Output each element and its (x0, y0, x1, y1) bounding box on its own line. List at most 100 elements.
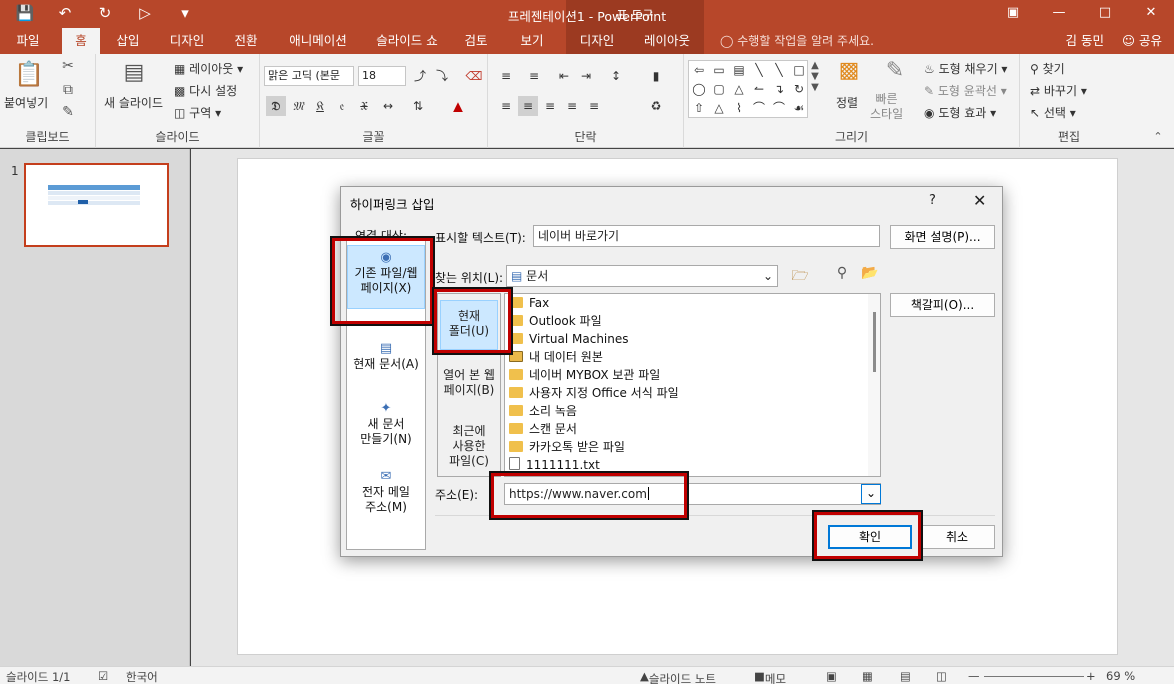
shape-icon[interactable]: ☙ (789, 99, 809, 118)
smartart-icon[interactable]: ♻ (646, 96, 666, 116)
slideshow-view-icon[interactable]: ◫ (936, 669, 947, 683)
decrease-indent-icon[interactable]: ⇤ (554, 66, 574, 86)
font-color-icon[interactable]: ▲ (448, 96, 468, 116)
distribute-icon[interactable]: ≡ (584, 96, 604, 116)
reset-button[interactable]: ▩ 다시 설정 (174, 82, 237, 99)
bullets-icon[interactable]: ≡ (496, 66, 516, 86)
look-current-folder[interactable]: 현재 폴더(U) (440, 300, 498, 350)
cancel-button[interactable]: 취소 (919, 525, 995, 549)
shape-icon[interactable]: ▢ (709, 80, 729, 99)
find-button[interactable]: ⚲ 찾기 (1030, 60, 1065, 77)
shape-icon[interactable]: ↴ (769, 80, 789, 99)
look-recent-files[interactable]: 최근에 사용한 파일(C) (440, 424, 498, 474)
select-button[interactable]: ↖ 선택 ▾ (1030, 104, 1076, 121)
shape-icon[interactable]: ╲ (749, 61, 769, 80)
bold-icon[interactable]: 𝔇 (266, 96, 286, 116)
replace-button[interactable]: ⇄ 바꾸기 ▾ (1030, 82, 1087, 99)
maximize-icon[interactable]: □ (1082, 0, 1128, 28)
tab-insert[interactable]: 삽입 (108, 28, 148, 54)
new-slide-icon[interactable]: ▤ (116, 60, 152, 85)
normal-view-icon[interactable]: ▣ (826, 669, 837, 683)
reading-view-icon[interactable]: ▤ (900, 669, 911, 683)
tell-me-box[interactable]: ◯ 수행할 작업을 알려 주세요. (720, 28, 874, 54)
list-item[interactable]: Fax (509, 294, 549, 312)
align-left-icon[interactable]: ≡ (496, 96, 516, 116)
change-case-icon[interactable]: ⇅ (408, 96, 428, 116)
ribbon-display-icon[interactable]: ▣ (990, 0, 1036, 28)
list-item[interactable]: 소리 녹음 (509, 402, 577, 420)
list-item[interactable]: 내 데이터 원본 (509, 348, 603, 366)
comments-button[interactable]: ■ 메모 (754, 669, 786, 684)
cut-icon[interactable]: ✂ (58, 58, 78, 74)
shapes-gallery[interactable]: ⇦ ▭ ▤ ╲ ╲ □ ◯ ▢ △ ↼ ↴ ↻ ⇧ △ ⌇ ⌒ ⌒ ☙ (688, 60, 808, 118)
zoom-level[interactable]: 69 % (1106, 669, 1135, 683)
list-item[interactable]: 스캔 문서 (509, 420, 577, 438)
zoom-slider[interactable] (984, 676, 1084, 677)
collapse-ribbon-icon[interactable]: ⌃ (1150, 130, 1166, 143)
close-icon[interactable]: ✕ (973, 191, 986, 210)
arrange-icon[interactable]: ▩ (834, 58, 864, 83)
arrange-button[interactable]: 정렬 (836, 94, 858, 111)
link-this-document[interactable]: ▤ 현재 문서(A) (347, 341, 425, 381)
align-center-icon[interactable]: ≡ (518, 96, 538, 116)
format-painter-icon[interactable]: ✎ (58, 104, 78, 120)
shape-icon[interactable]: ⌒ (769, 99, 789, 118)
char-spacing-icon[interactable]: ↔ (378, 96, 398, 116)
layout-button[interactable]: ▦ 레이아웃 ▾ (174, 60, 243, 77)
shape-icon[interactable]: ⇦ (689, 61, 709, 80)
slide-thumbnail[interactable] (24, 163, 169, 247)
italic-icon[interactable]: 𝔐 (288, 96, 308, 116)
up-folder-icon[interactable]: 🗁 (789, 265, 811, 289)
link-existing-file[interactable]: ◉ 기존 파일/웹 페이지(X) (347, 245, 425, 309)
spellcheck-icon[interactable]: ☑ (98, 669, 108, 683)
link-new-document[interactable]: ✦ 새 문서 만들기(N) (347, 401, 425, 453)
font-name-combo[interactable]: 맑은 고딕 (본문 (264, 66, 354, 86)
tab-table-layout[interactable]: 레이아웃 (636, 28, 698, 54)
shape-icon[interactable]: ↼ (749, 80, 769, 99)
list-item[interactable]: 네이버 MYBOX 보관 파일 (509, 366, 660, 384)
list-item[interactable]: 카카오톡 받은 파일 (509, 438, 625, 456)
help-button[interactable]: ? (929, 193, 936, 208)
address-dropdown[interactable]: ⌄ (861, 484, 881, 504)
bookmark-button[interactable]: 책갈피(O)... (890, 293, 995, 317)
list-item[interactable]: 1111111.txt (509, 456, 600, 474)
underline-icon[interactable]: 𝔎 (310, 96, 330, 116)
link-email-address[interactable]: ✉ 전자 메일 주소(M) (347, 469, 425, 521)
minimize-icon[interactable]: — (1036, 0, 1082, 28)
tab-transitions[interactable]: 전환 (224, 28, 268, 54)
slide-sorter-icon[interactable]: ▦ (862, 669, 873, 683)
address-input[interactable]: https://www.naver.com (504, 483, 881, 505)
quick-styles-button[interactable]: 빠른 스타일 (870, 92, 903, 122)
browse-file-icon[interactable]: 📂 (859, 265, 881, 281)
shape-effects-button[interactable]: ◉ 도형 효과 ▾ (924, 104, 996, 121)
increase-indent-icon[interactable]: ⇥ (576, 66, 596, 86)
tab-animations[interactable]: 애니메이션 (280, 28, 356, 54)
copy-icon[interactable]: ⧉ (58, 82, 78, 98)
shape-icon[interactable]: ⌒ (749, 99, 769, 118)
new-slide-button[interactable]: 새 슬라이드 (104, 94, 163, 111)
shrink-font-icon[interactable]: ⤵ (432, 66, 452, 86)
list-item[interactable]: Outlook 파일 (509, 312, 602, 330)
align-right-icon[interactable]: ≡ (540, 96, 560, 116)
chevron-down-icon[interactable]: ⌄ (763, 266, 773, 286)
shape-icon[interactable]: ╲ (769, 61, 789, 80)
browse-web-icon[interactable]: ⚲ (831, 265, 853, 281)
clear-format-icon[interactable]: ⌫ (464, 66, 484, 86)
close-icon[interactable]: ✕ (1128, 0, 1174, 28)
zoom-out-icon[interactable]: — (968, 669, 980, 683)
shape-icon[interactable]: □ (789, 61, 809, 80)
paste-icon[interactable]: 📋 (14, 60, 44, 88)
tab-file[interactable]: 파일 (6, 28, 50, 54)
paste-button[interactable]: 붙여넣기 (4, 94, 48, 111)
gallery-more-icon[interactable]: ▲ ▼ ▼ (808, 60, 822, 93)
shape-fill-button[interactable]: ♨ 도형 채우기 ▾ (924, 60, 1007, 77)
zoom-in-icon[interactable]: + (1086, 669, 1096, 683)
quick-styles-icon[interactable]: ✎ (880, 58, 910, 83)
tab-design[interactable]: 디자인 (162, 28, 212, 54)
look-in-combo[interactable]: ▤ 문서 ⌄ (506, 265, 778, 287)
shape-icon[interactable]: ⌇ (729, 99, 749, 118)
screentip-button[interactable]: 화면 설명(P)... (890, 225, 995, 249)
list-item[interactable]: Virtual Machines (509, 330, 629, 348)
tab-view[interactable]: 보기 (512, 28, 552, 54)
shape-icon[interactable]: △ (729, 80, 749, 99)
